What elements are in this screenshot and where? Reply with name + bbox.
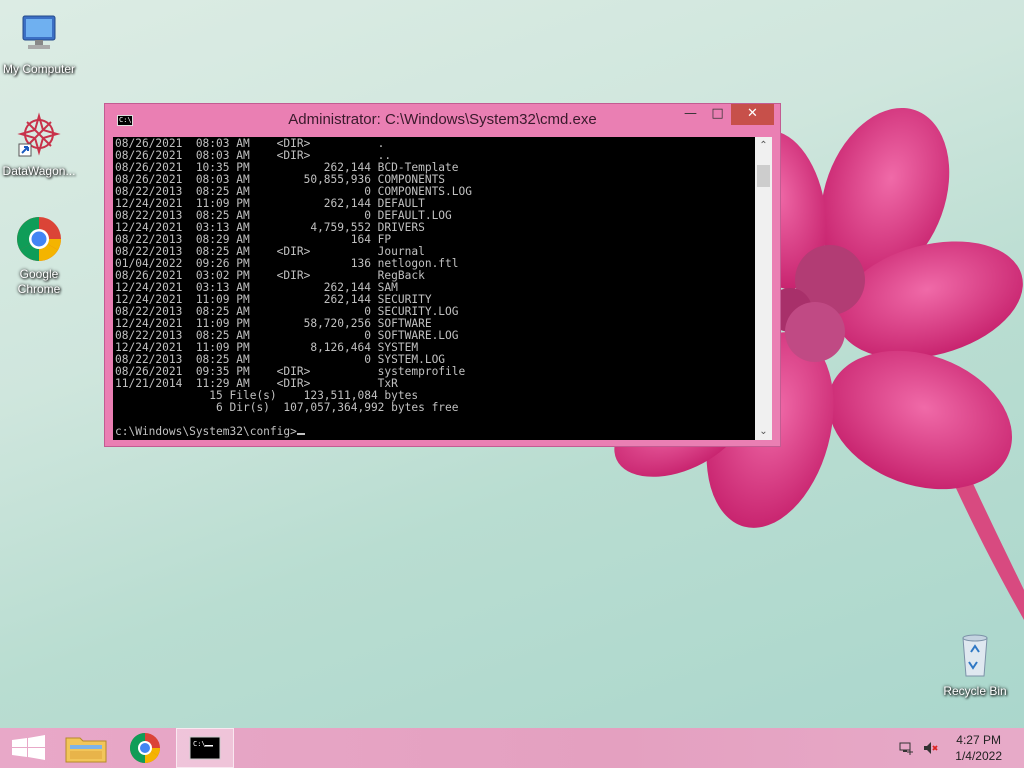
console-line: 6 Dir(s) 107,057,364,992 bytes free — [115, 401, 459, 414]
chrome-icon — [15, 215, 63, 263]
desktop-icon-label: Recycle Bin — [943, 684, 1007, 698]
network-icon[interactable] — [898, 740, 914, 756]
vertical-scrollbar[interactable]: ⌃ ⌄ — [755, 137, 772, 440]
desktop-icon-label: Google Chrome — [17, 267, 61, 296]
taskbar-command-prompt[interactable]: C:\ — [176, 728, 234, 768]
clock-time: 4:27 PM — [956, 733, 1001, 747]
system-clock[interactable]: 4:27 PM 1/4/2022 — [955, 732, 1002, 764]
scroll-up-arrow-icon[interactable]: ⌃ — [755, 137, 772, 154]
folder-icon — [65, 737, 107, 763]
start-button[interactable] — [0, 728, 58, 768]
clock-date: 1/4/2022 — [955, 749, 1002, 763]
console-line: c:\Windows\System32\config> — [115, 425, 297, 438]
taskbar-google-chrome[interactable] — [116, 728, 174, 768]
desktop-icon-datawagon[interactable]: DataWagon... — [0, 112, 78, 179]
chrome-icon — [129, 733, 160, 763]
volume-muted-icon[interactable] — [922, 740, 938, 756]
recycle-bin-icon — [951, 632, 999, 680]
cmd-icon: C:\ — [189, 736, 221, 760]
text-cursor — [296, 433, 305, 435]
desktop-icon-label: DataWagon... — [2, 164, 76, 178]
cmd-window[interactable]: C:\ Administrator: C:\Windows\System32\c… — [104, 103, 781, 447]
desktop-icon-google-chrome[interactable]: Google Chrome — [0, 215, 78, 297]
scrollbar-thumb[interactable] — [757, 165, 770, 187]
datawagon-shortcut-icon — [15, 112, 63, 160]
windows-logo-icon — [12, 735, 45, 760]
svg-text:C:\: C:\ — [193, 740, 206, 748]
scroll-down-arrow-icon[interactable]: ⌄ — [755, 423, 772, 440]
desktop-icon-recycle-bin[interactable]: Recycle Bin — [936, 632, 1014, 699]
taskbar: C:\ 4:27 PM 1/4/2022 — [0, 728, 1024, 768]
computer-icon — [15, 10, 63, 58]
taskbar-file-explorer[interactable] — [58, 728, 116, 768]
desktop-icon-my-computer[interactable]: My Computer — [0, 10, 78, 77]
minimize-button[interactable]: — — [677, 104, 704, 125]
window-titlebar[interactable]: C:\ Administrator: C:\Windows\System32\c… — [105, 104, 780, 135]
maximize-button[interactable]: □ — [704, 104, 731, 125]
console-text: 08/26/2021 08:03 AM <DIR> . 08/26/2021 0… — [113, 138, 755, 438]
console-output[interactable]: 08/26/2021 08:03 AM <DIR> . 08/26/2021 0… — [113, 137, 755, 440]
close-button[interactable]: ✕ — [731, 104, 774, 125]
desktop-icon-label: My Computer — [2, 62, 76, 76]
